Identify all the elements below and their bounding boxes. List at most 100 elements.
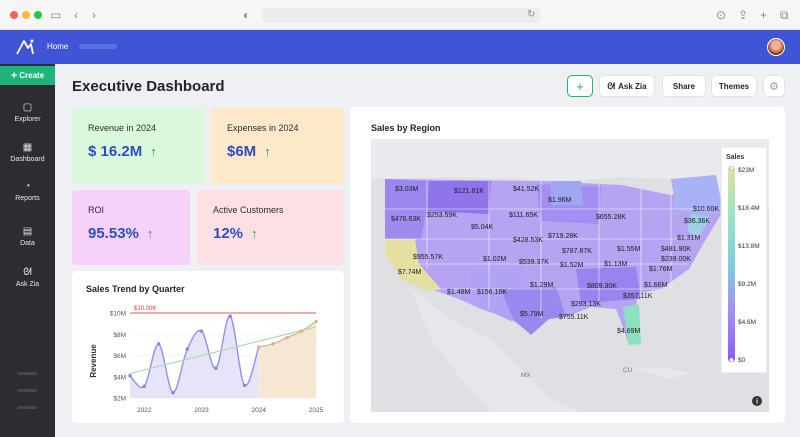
info-icon-glyph: i bbox=[756, 399, 758, 406]
data-point[interactable] bbox=[128, 373, 132, 378]
kpi-label: Active Customers bbox=[213, 205, 284, 215]
zia-icon: ᘛ bbox=[607, 80, 616, 91]
map-value-label: $7.74M bbox=[398, 269, 422, 276]
map-value-label: $4.69M bbox=[617, 328, 641, 335]
data-point[interactable] bbox=[142, 384, 147, 389]
map-value-label: $1.76M bbox=[649, 266, 673, 273]
kpi-card-revenue[interactable]: Revenue in 2024 $ 16.2M ↑ bbox=[72, 108, 205, 184]
arrow-up-icon: ↑ bbox=[150, 144, 157, 159]
x-tick-label: 2023 bbox=[194, 407, 209, 414]
themes-button[interactable]: Themes bbox=[711, 75, 757, 97]
map-value-label: $10.60K bbox=[693, 206, 719, 213]
data-point[interactable] bbox=[285, 335, 290, 340]
sidebar-item-label: Explorer bbox=[14, 116, 41, 123]
forward-icon[interactable]: › bbox=[92, 8, 96, 22]
add-widget-button[interactable]: + bbox=[567, 75, 593, 97]
data-point[interactable] bbox=[199, 329, 204, 333]
page-title: Executive Dashboard bbox=[72, 78, 225, 95]
region-washington[interactable] bbox=[385, 179, 429, 209]
sidebar-toggle-icon[interactable]: ▭ bbox=[50, 8, 61, 22]
create-button[interactable]: + Create bbox=[0, 66, 55, 85]
data-point[interactable] bbox=[228, 314, 232, 318]
sales-trend-chart[interactable]: $10.00K $2M $4M $6M $8M $10M 2022 2023 2024 2025… bbox=[72, 271, 344, 423]
map-value-label: $1.02M bbox=[483, 256, 507, 263]
y-tick-label: $4M bbox=[113, 374, 126, 381]
legend-tick-label: $4.6M bbox=[738, 319, 756, 326]
kpi-card-expenses[interactable]: Expenses in 2024 $6M ↑ bbox=[211, 108, 344, 184]
map-value-label: $357.11K bbox=[623, 293, 653, 300]
sidebar-item-dashboard[interactable]: ▦ Dashboard bbox=[0, 142, 55, 163]
sidebar-item-explorer[interactable]: ▢ Explorer bbox=[0, 102, 55, 123]
legend-max-handle[interactable] bbox=[729, 165, 734, 171]
reload-icon[interactable]: ↻ bbox=[527, 8, 535, 22]
download-icon[interactable]: ⊙ bbox=[716, 8, 726, 22]
map-value-label: $41.52K bbox=[513, 186, 539, 193]
map-value-label: $1.52M bbox=[560, 262, 584, 269]
map-legend bbox=[720, 146, 768, 374]
map-value-label: $1.29M bbox=[530, 282, 554, 289]
map-value-label: $5.79M bbox=[520, 311, 544, 318]
data-point[interactable] bbox=[314, 319, 318, 324]
map-value-label: $253.59K bbox=[427, 212, 457, 219]
map-value-label: $1.66M bbox=[644, 282, 668, 289]
region-oregon[interactable] bbox=[385, 209, 427, 239]
y-tick-label: $6M bbox=[113, 353, 126, 360]
avatar[interactable] bbox=[767, 38, 785, 56]
map-value-label: $539.37K bbox=[519, 259, 549, 266]
kpi-value: 12% ↑ bbox=[213, 225, 258, 242]
maximize-window-icon[interactable] bbox=[34, 11, 42, 19]
data-point[interactable] bbox=[299, 329, 304, 333]
map-value-label: $655.28K bbox=[596, 214, 626, 221]
data-point[interactable] bbox=[171, 390, 175, 395]
x-tick-label: 2022 bbox=[137, 407, 152, 414]
map-value-label: $1.96M bbox=[548, 197, 572, 204]
map-value-label: $121.81K bbox=[454, 188, 484, 195]
data-point[interactable] bbox=[271, 342, 275, 346]
sidebar-item-reports[interactable]: ◔ Reports bbox=[0, 181, 55, 202]
data-point[interactable] bbox=[214, 366, 218, 370]
kpi-card-active-customers[interactable]: Active Customers 12% ↑ bbox=[197, 190, 344, 265]
kpi-label: ROI bbox=[88, 205, 105, 215]
sidebar-placeholder bbox=[17, 372, 37, 375]
sidebar-item-ask-zia[interactable]: ᘛ Ask Zia bbox=[0, 267, 55, 288]
map-value-label: $156.16K bbox=[477, 289, 507, 296]
table-icon: ▤ bbox=[22, 226, 33, 237]
region-label-cu: CU bbox=[623, 367, 633, 374]
settings-button[interactable]: ⚙ bbox=[763, 75, 785, 97]
x-tick-label: 2024 bbox=[252, 407, 267, 414]
arrow-up-icon: ↑ bbox=[251, 226, 258, 241]
close-window-icon[interactable] bbox=[10, 11, 18, 19]
data-point[interactable] bbox=[185, 347, 189, 351]
share-button[interactable]: Share bbox=[662, 75, 706, 97]
data-point[interactable] bbox=[242, 383, 247, 387]
map-value-label: $36.36K bbox=[684, 218, 710, 225]
nav-workspace-placeholder[interactable] bbox=[79, 44, 117, 49]
new-tab-icon[interactable]: + bbox=[760, 8, 767, 22]
data-point[interactable] bbox=[156, 342, 161, 346]
back-icon[interactable]: ‹ bbox=[74, 8, 78, 22]
privacy-shield-icon[interactable]: ◐ bbox=[243, 8, 250, 22]
us-sales-map[interactable]: $3.03M $121.81K $41.52K $1.96M $476.63K $253.… bbox=[371, 139, 769, 412]
map-value-label: $1.13M bbox=[604, 261, 628, 268]
gear-icon: ⚙ bbox=[769, 80, 779, 93]
legend-tick-label: $0 bbox=[738, 357, 746, 364]
data-point[interactable] bbox=[257, 345, 261, 349]
nav-home-link[interactable]: Home bbox=[47, 42, 68, 51]
app-logo-icon[interactable] bbox=[14, 36, 36, 58]
plus-icon: + bbox=[10, 69, 18, 82]
sidebar-placeholder bbox=[17, 389, 37, 392]
kpi-label: Expenses in 2024 bbox=[227, 123, 299, 133]
ask-zia-button[interactable]: ᘛ Ask Zia bbox=[599, 75, 655, 97]
create-button-label: Create bbox=[19, 71, 45, 80]
map-value-label: $476.63K bbox=[391, 216, 421, 223]
sidebar-item-data[interactable]: ▤ Data bbox=[0, 226, 55, 247]
share-page-icon[interactable]: ⇪ bbox=[738, 8, 748, 22]
zia-icon: ᘛ bbox=[23, 267, 32, 278]
kpi-card-roi[interactable]: ROI 95.53% ↑ bbox=[72, 190, 190, 265]
tab-overview-icon[interactable]: ⧉ bbox=[780, 8, 789, 22]
x-tick-label: 2025 bbox=[309, 407, 324, 414]
map-value-label: $1.31M bbox=[677, 235, 701, 242]
address-bar[interactable] bbox=[262, 8, 540, 23]
legend-min-handle[interactable] bbox=[729, 357, 734, 363]
minimize-window-icon[interactable] bbox=[22, 11, 30, 19]
